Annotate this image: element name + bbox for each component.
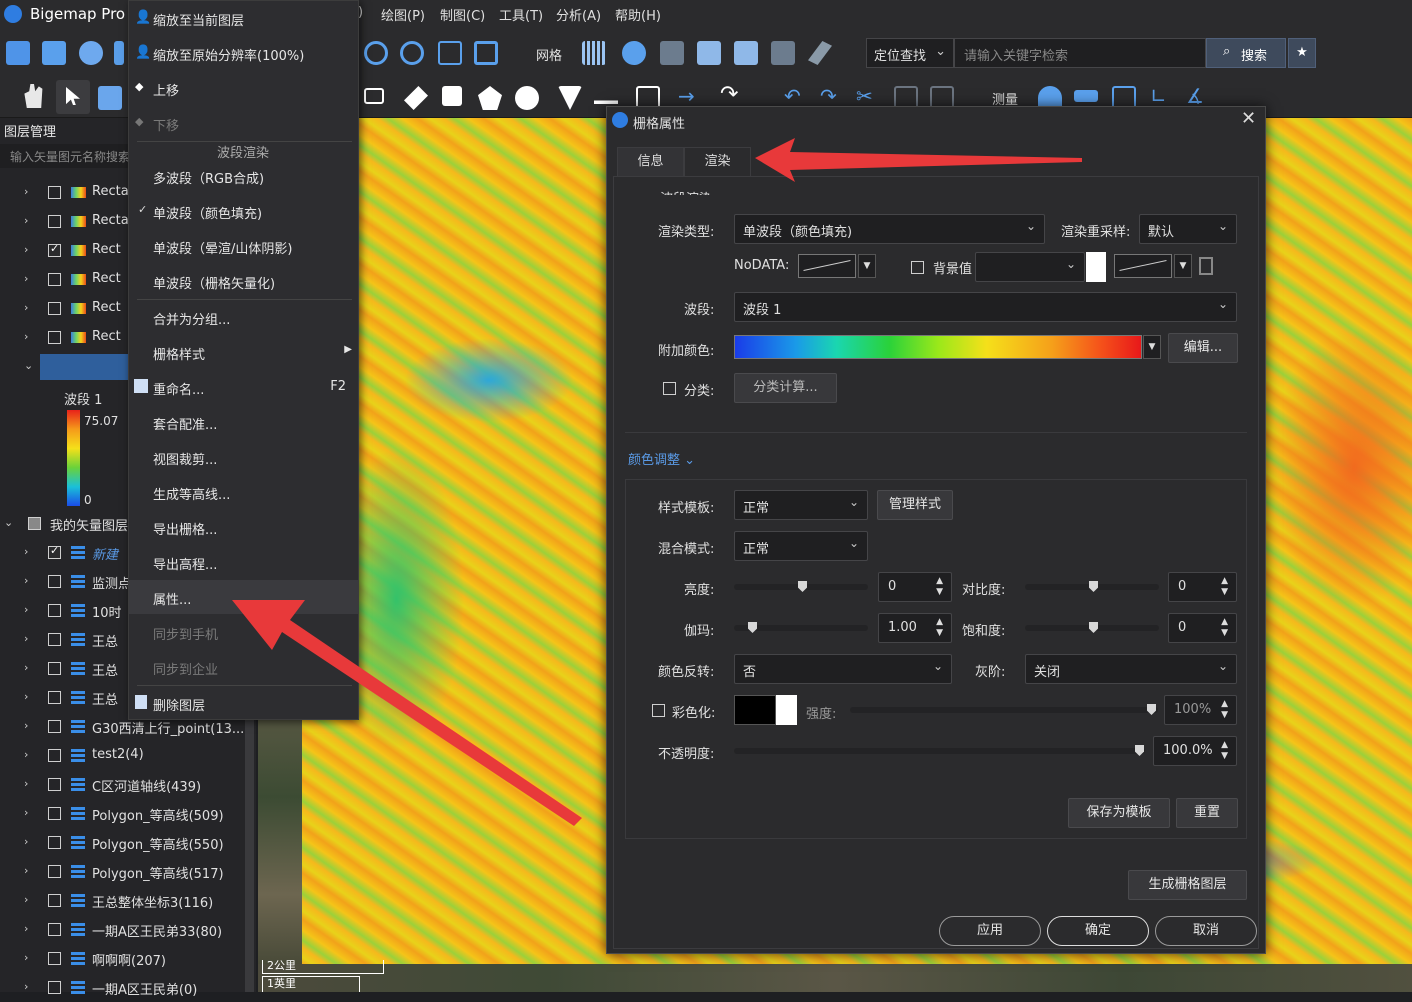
- red-arrow-to-properties: [232, 600, 582, 826]
- annotation-arrows: [232, 138, 1082, 826]
- red-arrow-to-render-tab: [755, 138, 1082, 182]
